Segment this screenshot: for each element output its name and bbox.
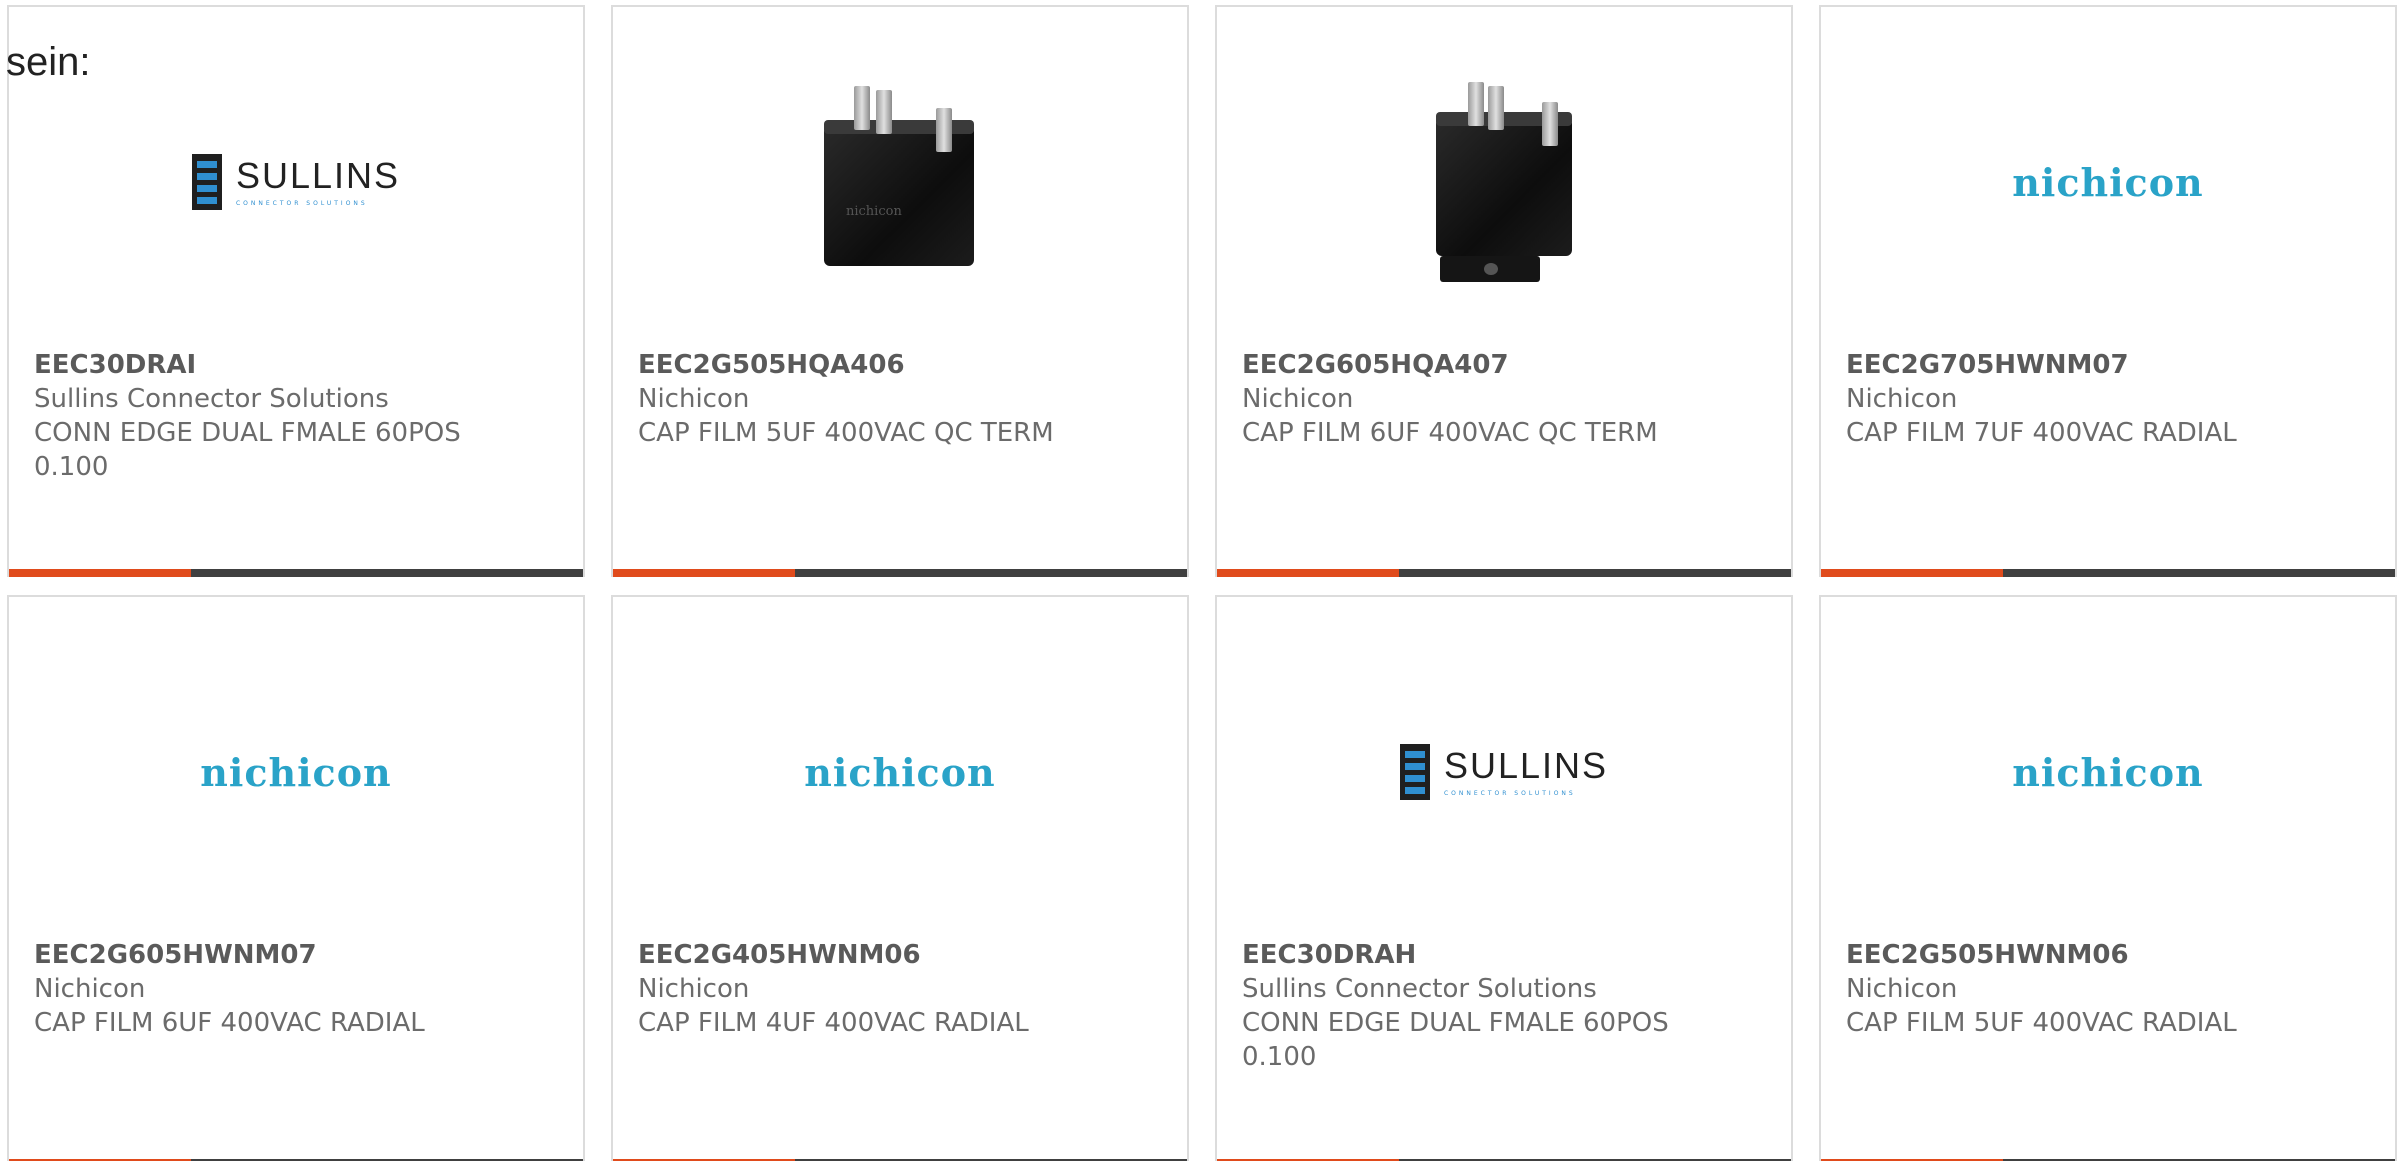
part-number-link[interactable]: EEC2G405HWNM06 bbox=[638, 938, 1087, 972]
manufacturer: Nichicon bbox=[638, 384, 750, 414]
part-number-link[interactable]: EEC30DRAI bbox=[34, 348, 483, 382]
capacitor-brand-print: nichicon bbox=[846, 203, 902, 219]
product-image: nichicon bbox=[1821, 637, 2395, 907]
product-card[interactable]: SULLINS CONNECTOR SOLUTIONS EEC30DRAI Su… bbox=[7, 5, 585, 577]
description: CAP FILM 6UF 400VAC RADIAL bbox=[34, 1008, 425, 1038]
card-accent-bar bbox=[1217, 569, 1399, 577]
product-image: SULLINS CONNECTOR SOLUTIONS bbox=[9, 47, 583, 317]
product-card[interactable]: nichicon EEC2G405HWNM06 Nichicon CAP FIL… bbox=[611, 595, 1189, 1161]
product-card[interactable]: nichicon EEC2G605HWNM07 Nichicon CAP FIL… bbox=[7, 595, 585, 1161]
sullins-logo: SULLINS CONNECTOR SOLUTIONS bbox=[1399, 744, 1609, 800]
manufacturer: Sullins Connector Solutions bbox=[1242, 974, 1597, 1004]
product-info: EEC2G505HQA406 Nichicon CAP FILM 5UF 400… bbox=[638, 348, 1087, 450]
description: CAP FILM 7UF 400VAC RADIAL bbox=[1846, 418, 2237, 448]
capacitor-photo: nichicon bbox=[800, 80, 1000, 285]
logo-name: SULLINS bbox=[1443, 744, 1609, 786]
logo-name: SULLINS bbox=[235, 154, 401, 196]
product-image: nichicon bbox=[613, 637, 1187, 907]
nichicon-logo: nichicon bbox=[200, 749, 392, 795]
product-image: nichicon bbox=[613, 47, 1187, 317]
part-number-link[interactable]: EEC2G505HWNM06 bbox=[1846, 938, 2295, 972]
part-number-link[interactable]: EEC2G605HQA407 bbox=[1242, 348, 1691, 382]
product-image bbox=[1217, 47, 1791, 317]
part-number-link[interactable]: EEC2G505HQA406 bbox=[638, 348, 1087, 382]
card-accent-bar bbox=[9, 569, 191, 577]
manufacturer: Nichicon bbox=[1846, 974, 1958, 1004]
part-number-link[interactable]: EEC30DRAH bbox=[1242, 938, 1691, 972]
product-card[interactable]: EEC2G605HQA407 Nichicon CAP FILM 6UF 400… bbox=[1215, 5, 1793, 577]
sullins-logo: SULLINS CONNECTOR SOLUTIONS bbox=[191, 154, 401, 210]
product-image: nichicon bbox=[9, 637, 583, 907]
manufacturer: Sullins Connector Solutions bbox=[34, 384, 389, 414]
description: CAP FILM 4UF 400VAC RADIAL bbox=[638, 1008, 1029, 1038]
product-info: EEC30DRAI Sullins Connector Solutions CO… bbox=[34, 348, 483, 484]
description: CONN EDGE DUAL FMALE 60POS 0.100 bbox=[34, 418, 461, 482]
card-bottom-bar bbox=[613, 569, 1187, 577]
manufacturer: Nichicon bbox=[638, 974, 750, 1004]
manufacturer: Nichicon bbox=[1846, 384, 1958, 414]
product-info: EEC2G605HQA407 Nichicon CAP FILM 6UF 400… bbox=[1242, 348, 1691, 450]
capacitor-photo-with-bracket bbox=[1404, 80, 1604, 285]
card-accent-bar bbox=[1821, 569, 2003, 577]
description: CAP FILM 5UF 400VAC QC TERM bbox=[638, 418, 1054, 448]
nichicon-logo: nichicon bbox=[2012, 749, 2204, 795]
manufacturer: Nichicon bbox=[34, 974, 146, 1004]
product-card[interactable]: SULLINS CONNECTOR SOLUTIONS EEC30DRAH Su… bbox=[1215, 595, 1793, 1161]
card-bottom-bar bbox=[1217, 569, 1791, 577]
product-image: SULLINS CONNECTOR SOLUTIONS bbox=[1217, 637, 1791, 907]
sullins-mark-icon bbox=[191, 154, 222, 210]
sullins-mark-icon bbox=[1399, 744, 1430, 800]
product-card[interactable]: nichicon EEC2G705HWNM07 Nichicon CAP FIL… bbox=[1819, 5, 2397, 577]
card-accent-bar bbox=[613, 569, 795, 577]
product-info: EEC2G605HWNM07 Nichicon CAP FILM 6UF 400… bbox=[34, 938, 483, 1040]
product-info: EEC2G405HWNM06 Nichicon CAP FILM 4UF 400… bbox=[638, 938, 1087, 1040]
card-bottom-bar bbox=[9, 569, 583, 577]
intro-text: sein: bbox=[6, 40, 91, 84]
nichicon-logo: nichicon bbox=[804, 749, 996, 795]
nichicon-logo: nichicon bbox=[2012, 159, 2204, 205]
description: CAP FILM 5UF 400VAC RADIAL bbox=[1846, 1008, 2237, 1038]
logo-tagline: CONNECTOR SOLUTIONS bbox=[1443, 789, 1576, 797]
manufacturer: Nichicon bbox=[1242, 384, 1354, 414]
card-bottom-bar bbox=[1821, 569, 2395, 577]
description: CONN EDGE DUAL FMALE 60POS 0.100 bbox=[1242, 1008, 1669, 1072]
product-info: EEC30DRAH Sullins Connector Solutions CO… bbox=[1242, 938, 1691, 1074]
product-card[interactable]: nichicon EEC2G505HQA406 Nichicon CAP FIL… bbox=[611, 5, 1189, 577]
product-image: nichicon bbox=[1821, 47, 2395, 317]
product-card[interactable]: nichicon EEC2G505HWNM06 Nichicon CAP FIL… bbox=[1819, 595, 2397, 1161]
product-info: EEC2G505HWNM06 Nichicon CAP FILM 5UF 400… bbox=[1846, 938, 2295, 1040]
description: CAP FILM 6UF 400VAC QC TERM bbox=[1242, 418, 1658, 448]
part-number-link[interactable]: EEC2G605HWNM07 bbox=[34, 938, 483, 972]
part-number-link[interactable]: EEC2G705HWNM07 bbox=[1846, 348, 2295, 382]
product-info: EEC2G705HWNM07 Nichicon CAP FILM 7UF 400… bbox=[1846, 348, 2295, 450]
logo-tagline: CONNECTOR SOLUTIONS bbox=[235, 199, 368, 207]
